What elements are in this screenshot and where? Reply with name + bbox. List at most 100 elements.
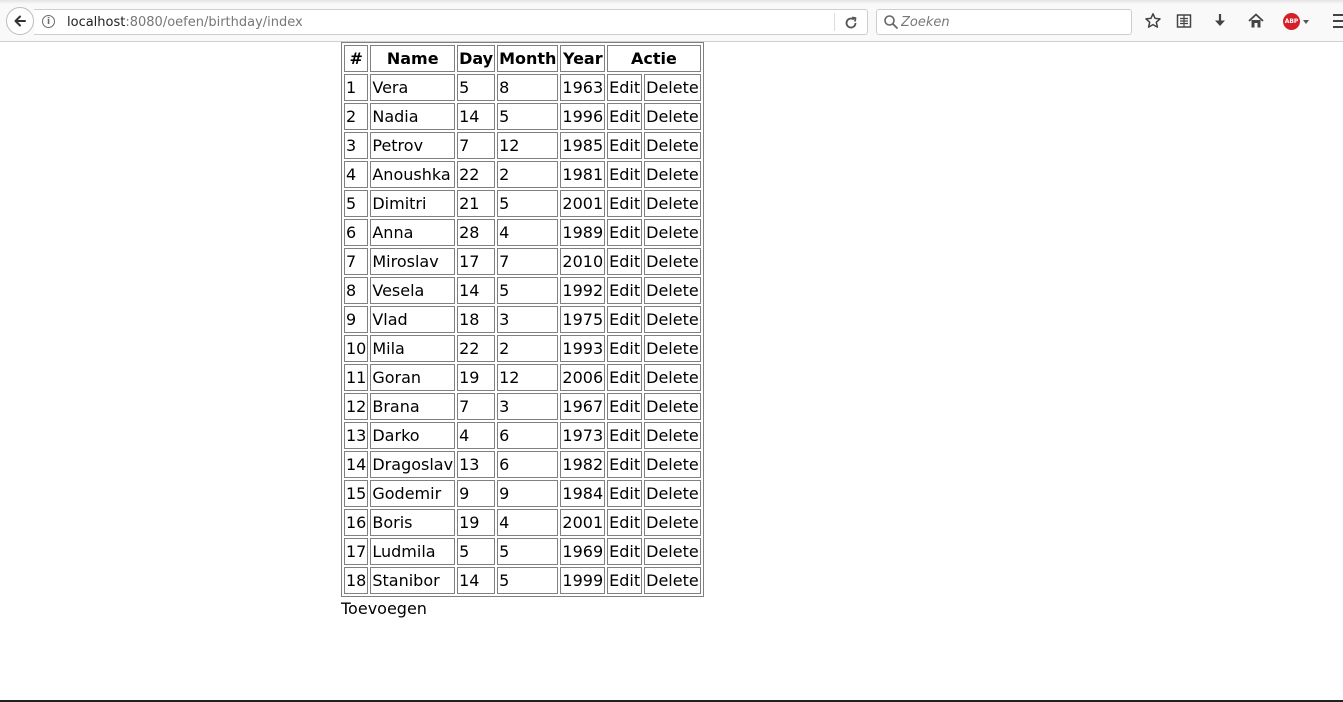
cell-num: 7	[344, 248, 369, 275]
cell-year: 1967	[560, 393, 606, 420]
table-row: 6 Anna 28 4 1989 Edit Delete	[344, 219, 701, 246]
edit-link[interactable]: Edit	[609, 484, 640, 503]
browser-toolbar: i localhost:8080/oefen/birthday/index AB…	[0, 0, 1343, 42]
edit-link[interactable]: Edit	[609, 310, 640, 329]
delete-link[interactable]: Delete	[646, 426, 699, 445]
edit-link[interactable]: Edit	[609, 165, 640, 184]
cell-day: 5	[457, 74, 496, 101]
cell-month: 3	[497, 393, 559, 420]
delete-link[interactable]: Delete	[646, 107, 699, 126]
cell-num: 2	[344, 103, 369, 130]
birthday-table: # Name Day Month Year Actie 1 Vera 5 8 1963 E…	[341, 42, 704, 597]
edit-link[interactable]: Edit	[609, 426, 640, 445]
delete-link[interactable]: Delete	[646, 368, 699, 387]
edit-link[interactable]: Edit	[609, 455, 640, 474]
delete-link[interactable]: Delete	[646, 194, 699, 213]
cell-day: 22	[457, 335, 496, 362]
cell-delete: Delete	[644, 277, 701, 304]
cell-edit: Edit	[607, 451, 643, 478]
cell-day: 9	[457, 480, 496, 507]
delete-link[interactable]: Delete	[646, 455, 699, 474]
cell-name: Darko	[370, 422, 456, 449]
cell-num: 12	[344, 393, 369, 420]
edit-link[interactable]: Edit	[609, 513, 640, 532]
url-text[interactable]: localhost:8080/oefen/birthday/index	[67, 15, 303, 30]
table-row: 17 Ludmila 5 5 1969 Edit Delete	[344, 538, 701, 565]
table-row: 16 Boris 19 4 2001 Edit Delete	[344, 509, 701, 536]
table-row: 7 Miroslav 17 7 2010 Edit Delete	[344, 248, 701, 275]
column-header-num: #	[344, 45, 369, 72]
cell-delete: Delete	[644, 219, 701, 246]
cell-name: Vera	[370, 74, 456, 101]
url-bar[interactable]: i localhost:8080/oefen/birthday/index	[34, 9, 868, 35]
cell-num: 14	[344, 451, 369, 478]
cell-delete: Delete	[644, 422, 701, 449]
bookmark-star-icon[interactable]	[1143, 11, 1163, 31]
edit-link[interactable]: Edit	[609, 223, 640, 242]
table-row: 2 Nadia 14 5 1996 Edit Delete	[344, 103, 701, 130]
edit-link[interactable]: Edit	[609, 252, 640, 271]
site-info-icon[interactable]: i	[42, 15, 55, 28]
edit-link[interactable]: Edit	[609, 78, 640, 97]
delete-link[interactable]: Delete	[646, 339, 699, 358]
hamburger-menu-icon[interactable]	[1333, 14, 1343, 28]
download-icon[interactable]	[1210, 11, 1230, 31]
adblock-dropdown-icon[interactable]	[1303, 20, 1309, 24]
edit-link[interactable]: Edit	[609, 339, 640, 358]
delete-link[interactable]: Delete	[646, 136, 699, 155]
home-icon[interactable]	[1246, 11, 1266, 31]
reading-list-icon[interactable]	[1174, 11, 1194, 31]
delete-link[interactable]: Delete	[646, 484, 699, 503]
cell-name: Ludmila	[370, 538, 456, 565]
delete-link[interactable]: Delete	[646, 78, 699, 97]
cell-delete: Delete	[644, 306, 701, 333]
cell-name: Miroslav	[370, 248, 456, 275]
edit-link[interactable]: Edit	[609, 107, 640, 126]
adblock-icon[interactable]: ABP	[1283, 13, 1300, 30]
cell-day: 7	[457, 393, 496, 420]
back-button[interactable]	[6, 7, 34, 35]
search-bar[interactable]	[876, 9, 1132, 35]
cell-edit: Edit	[607, 161, 643, 188]
cell-delete: Delete	[644, 364, 701, 391]
edit-link[interactable]: Edit	[609, 136, 640, 155]
delete-link[interactable]: Delete	[646, 223, 699, 242]
cell-year: 1996	[560, 103, 606, 130]
cell-edit: Edit	[607, 306, 643, 333]
cell-year: 1975	[560, 306, 606, 333]
delete-link[interactable]: Delete	[646, 542, 699, 561]
cell-day: 21	[457, 190, 496, 217]
cell-num: 5	[344, 190, 369, 217]
edit-link[interactable]: Edit	[609, 571, 640, 590]
cell-month: 6	[497, 451, 559, 478]
edit-link[interactable]: Edit	[609, 397, 640, 416]
delete-link[interactable]: Delete	[646, 397, 699, 416]
search-input[interactable]	[901, 12, 1121, 32]
column-header-name: Name	[370, 45, 456, 72]
table-row: 12 Brana 7 3 1967 Edit Delete	[344, 393, 701, 420]
adblock-label: ABP	[1284, 18, 1299, 25]
edit-link[interactable]: Edit	[609, 281, 640, 300]
cell-num: 10	[344, 335, 369, 362]
cell-delete: Delete	[644, 480, 701, 507]
cell-num: 13	[344, 422, 369, 449]
cell-month: 5	[497, 190, 559, 217]
delete-link[interactable]: Delete	[646, 252, 699, 271]
delete-link[interactable]: Delete	[646, 281, 699, 300]
delete-link[interactable]: Delete	[646, 571, 699, 590]
add-birthday-link[interactable]: Toevoegen	[341, 599, 704, 618]
table-row: 15 Godemir 9 9 1984 Edit Delete	[344, 480, 701, 507]
delete-link[interactable]: Delete	[646, 165, 699, 184]
page-content: # Name Day Month Year Actie 1 Vera 5 8 1963 E…	[341, 42, 704, 618]
delete-link[interactable]: Delete	[646, 513, 699, 532]
reload-icon[interactable]	[842, 14, 860, 32]
cell-delete: Delete	[644, 132, 701, 159]
cell-num: 11	[344, 364, 369, 391]
edit-link[interactable]: Edit	[609, 542, 640, 561]
cell-edit: Edit	[607, 190, 643, 217]
cell-month: 6	[497, 422, 559, 449]
edit-link[interactable]: Edit	[609, 194, 640, 213]
delete-link[interactable]: Delete	[646, 310, 699, 329]
cell-year: 1982	[560, 451, 606, 478]
edit-link[interactable]: Edit	[609, 368, 640, 387]
